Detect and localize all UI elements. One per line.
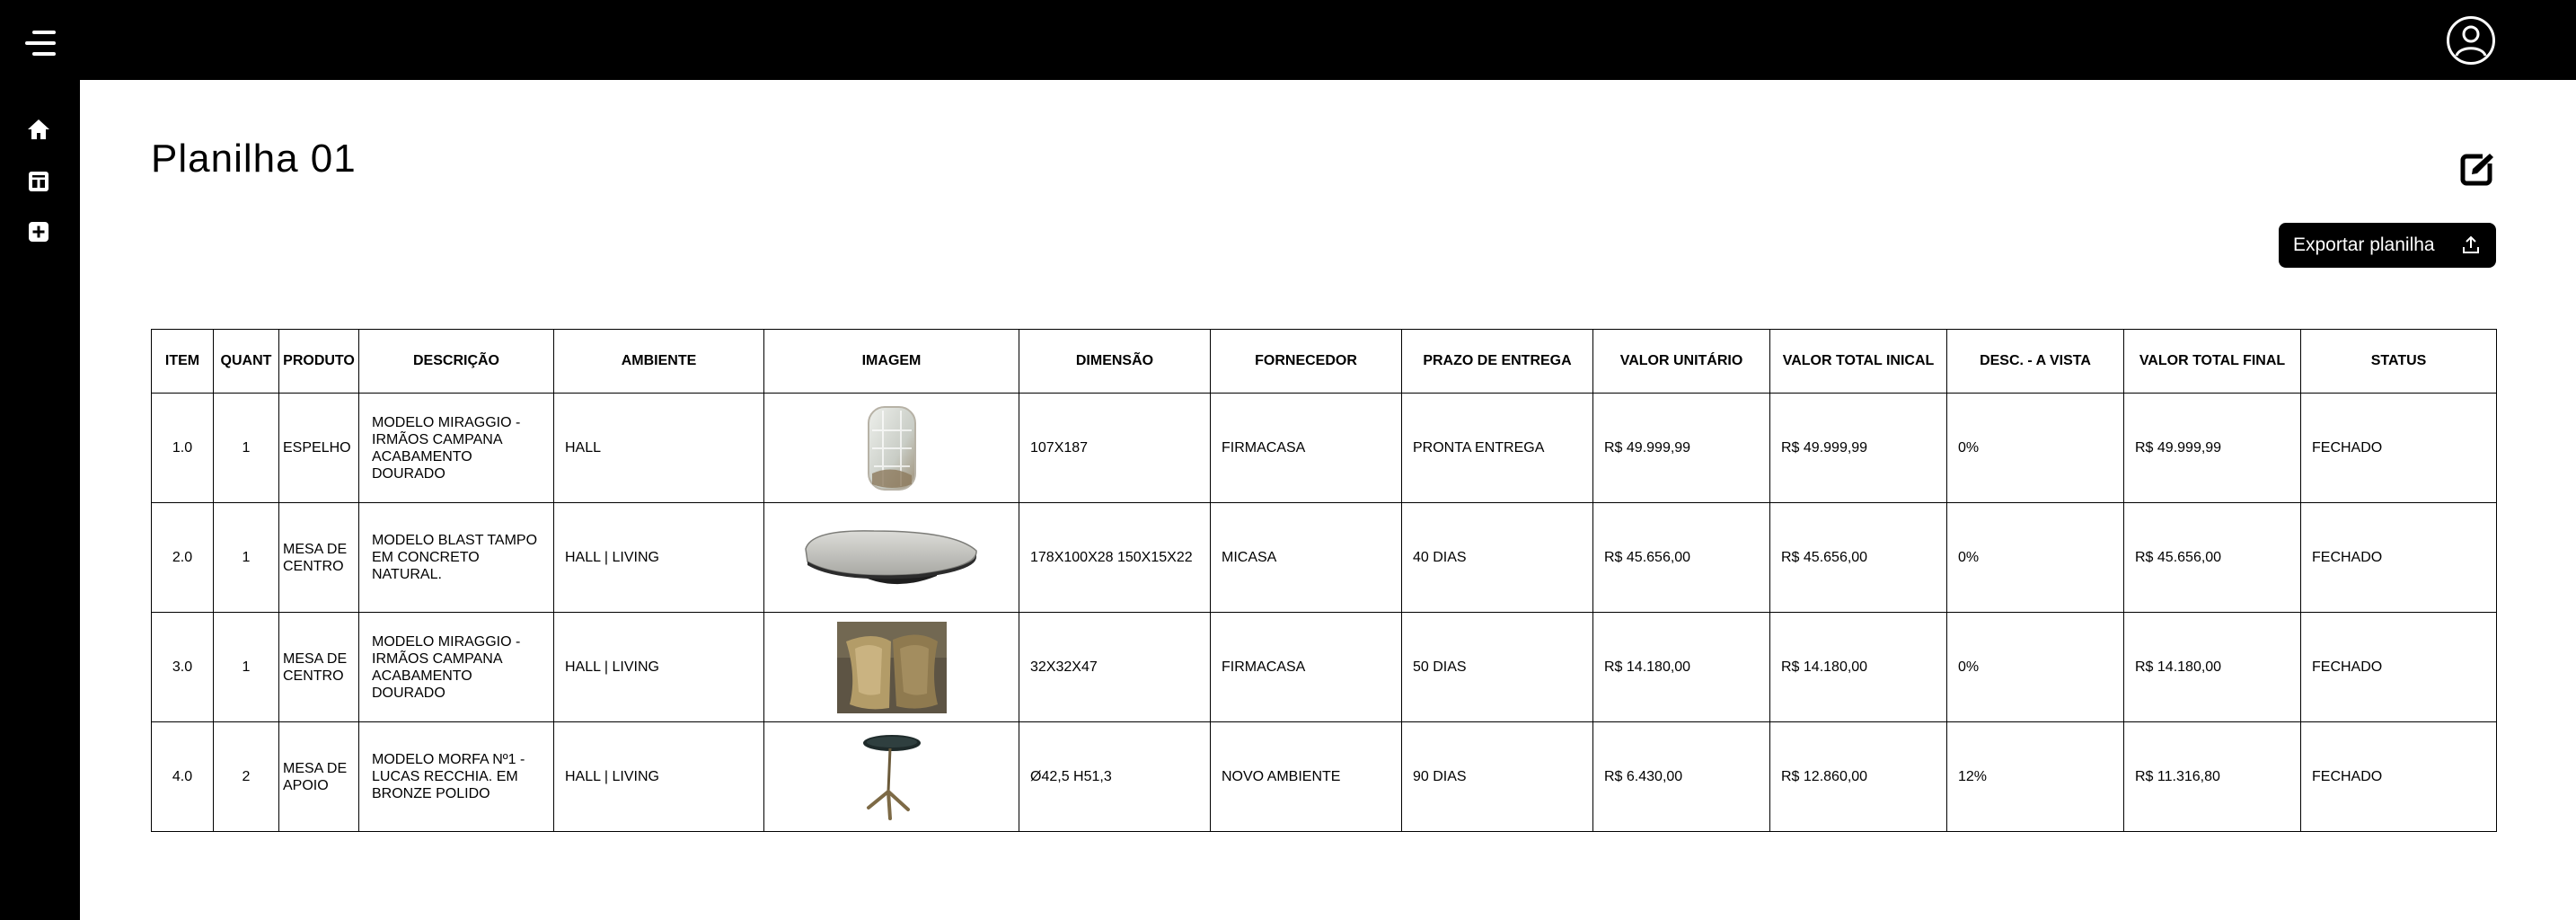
cell-item: 2.0 — [151, 502, 214, 613]
column-header-fornecedor: FORNECEDOR — [1210, 329, 1402, 394]
column-header-prazo: PRAZO DE ENTREGA — [1401, 329, 1593, 394]
export-spreadsheet-button[interactable]: Exportar planilha — [2279, 223, 2496, 268]
upload-icon — [2460, 234, 2482, 256]
table-header-row: ITEM QUANT PRODUTO DESCRIÇÃO AMBIENTE IM… — [151, 329, 2497, 394]
cell-valor-total-inicial: R$ 45.656,00 — [1769, 502, 1947, 613]
column-header-valor-total-final: VALOR TOTAL FINAL — [2123, 329, 2301, 394]
cell-produto: MESA DE CENTRO — [278, 502, 359, 613]
cell-imagem — [763, 721, 1019, 832]
cell-produto: MESA DE CENTRO — [278, 612, 359, 722]
column-header-desconto: DESC. - A VISTA — [1946, 329, 2124, 394]
budget-table: ITEM QUANT PRODUTO DESCRIÇÃO AMBIENTE IM… — [151, 329, 2497, 832]
cell-dimensao: 178X100X28 150X15X22 — [1019, 502, 1211, 613]
export-button-label: Exportar planilha — [2293, 234, 2435, 255]
column-header-status: STATUS — [2300, 329, 2497, 394]
cell-status: FECHADO — [2300, 612, 2497, 722]
cell-valor-unitario: R$ 45.656,00 — [1592, 502, 1770, 613]
cell-descricao: MODELO MIRAGGIO - IRMÃOS CAMPANA ACABAME… — [358, 393, 554, 503]
cell-valor-unitario: R$ 49.999,99 — [1592, 393, 1770, 503]
cell-quant: 1 — [213, 393, 279, 503]
cell-status: FECHADO — [2300, 721, 2497, 832]
cell-valor-unitario: R$ 6.430,00 — [1592, 721, 1770, 832]
cell-ambiente: HALL — [553, 393, 764, 503]
column-header-dimensao: DIMENSÃO — [1019, 329, 1211, 394]
cell-valor-unitario: R$ 14.180,00 — [1592, 612, 1770, 722]
cell-fornecedor: FIRMACASA — [1210, 393, 1402, 503]
cell-prazo: 90 DIAS — [1401, 721, 1593, 832]
cell-dimensao: Ø42,5 H51,3 — [1019, 721, 1211, 832]
column-header-valor-total-inicial: VALOR TOTAL INICAL — [1769, 329, 1947, 394]
cell-descricao: MODELO BLAST TAMPO EM CONCRETO NATURAL. — [358, 502, 554, 613]
table-row[interactable]: 2.0 1 MESA DE CENTRO MODELO BLAST TAMPO … — [151, 502, 2497, 613]
coffee-table-image — [804, 529, 977, 584]
cell-valor-total-inicial: R$ 12.860,00 — [1769, 721, 1947, 832]
cell-descricao: MODELO MORFA Nº1 - LUCAS RECCHIA. EM BRO… — [358, 721, 554, 832]
cell-desconto: 0% — [1946, 502, 2124, 613]
cell-descricao: MODELO MIRAGGIO - IRMÃOS CAMPANA ACABAME… — [358, 612, 554, 722]
cell-produto: ESPELHO — [278, 393, 359, 503]
user-avatar-icon[interactable] — [2446, 15, 2496, 66]
add-icon[interactable] — [27, 220, 50, 243]
cell-quant: 1 — [213, 502, 279, 613]
cell-valor-total-inicial: R$ 49.999,99 — [1769, 393, 1947, 503]
cell-status: FECHADO — [2300, 502, 2497, 613]
cell-produto: MESA DE APOIO — [278, 721, 359, 832]
column-header-descricao: DESCRIÇÃO — [358, 329, 554, 394]
cell-item: 3.0 — [151, 612, 214, 722]
cell-prazo: PRONTA ENTREGA — [1401, 393, 1593, 503]
cell-ambiente: HALL | LIVING — [553, 721, 764, 832]
cell-fornecedor: MICASA — [1210, 502, 1402, 613]
cell-imagem — [763, 502, 1019, 613]
cell-desconto: 0% — [1946, 393, 2124, 503]
cell-imagem — [763, 393, 1019, 503]
cell-dimensao: 32X32X47 — [1019, 612, 1211, 722]
bronze-table-image — [836, 621, 947, 713]
column-header-ambiente: AMBIENTE — [553, 329, 764, 394]
column-header-item: ITEM — [151, 329, 214, 394]
cell-quant: 2 — [213, 721, 279, 832]
cell-quant: 1 — [213, 612, 279, 722]
table-row[interactable]: 3.0 1 MESA DE CENTRO MODELO MIRAGGIO - I… — [151, 612, 2497, 722]
cell-valor-total-final: R$ 11.316,80 — [2123, 721, 2301, 832]
cell-valor-total-inicial: R$ 14.180,00 — [1769, 612, 1947, 722]
cell-item: 4.0 — [151, 721, 214, 832]
cell-desconto: 0% — [1946, 612, 2124, 722]
spreadsheet-icon[interactable] — [27, 170, 50, 193]
table-row[interactable]: 4.0 2 MESA DE APOIO MODELO MORFA Nº1 - L… — [151, 721, 2497, 832]
side-table-image — [862, 734, 921, 820]
cell-dimensao: 107X187 — [1019, 393, 1211, 503]
column-header-produto: PRODUTO — [278, 329, 359, 394]
cell-valor-total-final: R$ 45.656,00 — [2123, 502, 2301, 613]
cell-ambiente: HALL | LIVING — [553, 612, 764, 722]
column-header-quant: QUANT — [213, 329, 279, 394]
sidebar — [0, 80, 80, 920]
cell-valor-total-final: R$ 14.180,00 — [2123, 612, 2301, 722]
menu-icon[interactable] — [23, 29, 56, 59]
cell-fornecedor: NOVO AMBIENTE — [1210, 721, 1402, 832]
cell-prazo: 50 DIAS — [1401, 612, 1593, 722]
cell-imagem — [763, 612, 1019, 722]
cell-prazo: 40 DIAS — [1401, 502, 1593, 613]
top-bar — [0, 0, 2576, 80]
cell-fornecedor: FIRMACASA — [1210, 612, 1402, 722]
table-row[interactable]: 1.0 1 ESPELHO MODELO MIRAGGIO - IRMÃOS C… — [151, 393, 2497, 503]
home-icon[interactable] — [27, 118, 50, 141]
cell-item: 1.0 — [151, 393, 214, 503]
cell-status: FECHADO — [2300, 393, 2497, 503]
page-title: Planilha 01 — [151, 137, 357, 181]
cell-desconto: 12% — [1946, 721, 2124, 832]
column-header-imagem: IMAGEM — [763, 329, 1019, 394]
cell-ambiente: HALL | LIVING — [553, 502, 764, 613]
cell-valor-total-final: R$ 49.999,99 — [2123, 393, 2301, 503]
column-header-valor-unitario: VALOR UNITÁRIO — [1592, 329, 1770, 394]
edit-icon[interactable] — [2459, 151, 2495, 187]
mirror-image — [867, 405, 916, 491]
